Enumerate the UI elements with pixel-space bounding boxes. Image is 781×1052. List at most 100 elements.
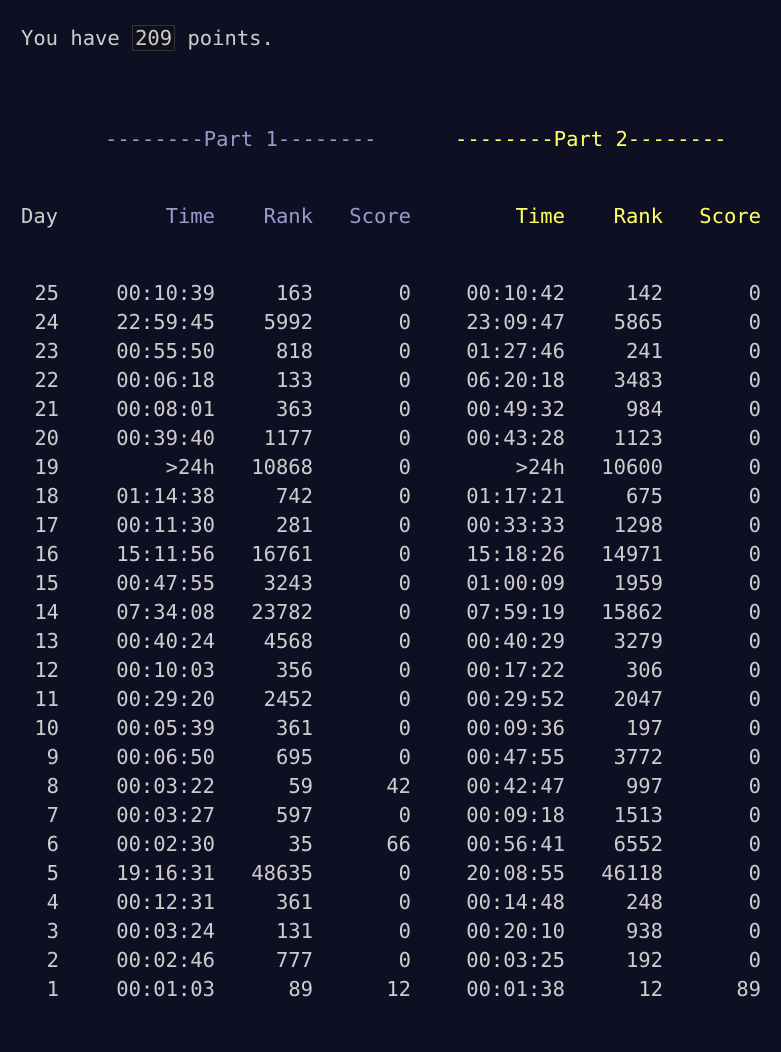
day-cell: 9 bbox=[46, 745, 59, 769]
part2-time-cell: 00:20:10 bbox=[466, 919, 565, 943]
column-gap bbox=[411, 598, 455, 627]
part2-score-cell: 0 bbox=[748, 716, 761, 740]
part2-score-cell: 0 bbox=[748, 948, 761, 972]
part1-rank-cell: 597 bbox=[275, 803, 313, 827]
part2-time-cell: 01:00:09 bbox=[466, 571, 565, 595]
part1-score-cell: 0 bbox=[398, 629, 411, 653]
header-gap-2 bbox=[411, 202, 455, 231]
part1-rank-cell: 10868 bbox=[251, 455, 313, 479]
part2-score-cell: 0 bbox=[748, 629, 761, 653]
part2-score-cell: 0 bbox=[748, 803, 761, 827]
header-part2-score: Score bbox=[699, 204, 761, 228]
column-gap bbox=[411, 540, 455, 569]
column-gap bbox=[411, 395, 455, 424]
table-row: 14 07:34:08 23782 0 07:59:19 15862 0 bbox=[21, 598, 781, 627]
table-row: 6 00:02:30 35 66 00:56:41 6552 0 bbox=[21, 830, 781, 859]
part1-time-cell: 00:11:30 bbox=[116, 513, 215, 537]
part2-time-cell: 00:43:28 bbox=[466, 426, 565, 450]
column-gap bbox=[59, 801, 105, 830]
part2-time-cell: 00:49:32 bbox=[466, 397, 565, 421]
part2-rank-cell: 15862 bbox=[601, 600, 663, 624]
part2-score-cell: 0 bbox=[748, 455, 761, 479]
part2-rank-cell: 997 bbox=[625, 774, 663, 798]
part2-score-cell: 0 bbox=[748, 745, 761, 769]
part1-score-cell: 0 bbox=[398, 397, 411, 421]
stats-rows: 25 00:10:39 163 0 00:10:42 142 0 24 22:59:45 5992… bbox=[21, 279, 781, 1004]
column-gap bbox=[59, 540, 105, 569]
part2-time-cell: 00:29:52 bbox=[466, 687, 565, 711]
table-row: 19 >24h 10868 0 >24h 10600 0 bbox=[21, 453, 781, 482]
part1-score-cell: 0 bbox=[398, 745, 411, 769]
part1-rank-cell: 356 bbox=[275, 658, 313, 682]
day-cell: 3 bbox=[46, 919, 59, 943]
day-cell: 18 bbox=[34, 484, 59, 508]
day-cell: 20 bbox=[34, 426, 59, 450]
table-row: 4 00:12:31 361 0 00:14:48 248 0 bbox=[21, 888, 781, 917]
day-cell: 14 bbox=[34, 600, 59, 624]
header-gap bbox=[59, 202, 105, 231]
day-cell: 13 bbox=[34, 629, 59, 653]
column-gap bbox=[411, 627, 455, 656]
part1-rank-cell: 818 bbox=[275, 339, 313, 363]
column-gap bbox=[59, 279, 105, 308]
part2-score-cell: 0 bbox=[748, 397, 761, 421]
part1-score-cell: 0 bbox=[398, 600, 411, 624]
table-row: 25 00:10:39 163 0 00:10:42 142 0 bbox=[21, 279, 781, 308]
column-gap bbox=[411, 859, 455, 888]
day-cell: 15 bbox=[34, 571, 59, 595]
day-cell: 12 bbox=[34, 658, 59, 682]
column-gap bbox=[411, 975, 455, 1004]
part1-score-cell: 0 bbox=[398, 310, 411, 334]
part1-score-cell: 0 bbox=[398, 716, 411, 740]
part2-score-cell: 0 bbox=[748, 281, 761, 305]
part1-rank-cell: 131 bbox=[275, 919, 313, 943]
part2-time-cell: 01:27:46 bbox=[466, 339, 565, 363]
part1-time-cell: 00:02:30 bbox=[116, 832, 215, 856]
column-gap bbox=[411, 279, 455, 308]
part1-rank-cell: 695 bbox=[275, 745, 313, 769]
part2-rank-cell: 241 bbox=[625, 339, 663, 363]
part1-time-cell: 07:34:08 bbox=[116, 600, 215, 624]
table-row: 18 01:14:38 742 0 01:17:21 675 0 bbox=[21, 482, 781, 511]
column-gap bbox=[411, 482, 455, 511]
part1-score-cell: 0 bbox=[398, 861, 411, 885]
part2-time-cell: 00:09:36 bbox=[466, 716, 565, 740]
part2-rank-cell: 12 bbox=[638, 977, 663, 1001]
part1-score-cell: 0 bbox=[398, 658, 411, 682]
part2-rank-cell: 197 bbox=[625, 716, 663, 740]
column-gap bbox=[411, 946, 455, 975]
table-row: 8 00:03:22 59 42 00:42:47 997 0 bbox=[21, 772, 781, 801]
part1-time-cell: 19:16:31 bbox=[116, 861, 215, 885]
part2-score-cell: 0 bbox=[748, 484, 761, 508]
points-prefix: You have bbox=[21, 26, 133, 50]
part1-score-cell: 0 bbox=[398, 542, 411, 566]
column-gap bbox=[59, 714, 105, 743]
table-row: 13 00:40:24 4568 0 00:40:29 3279 0 bbox=[21, 627, 781, 656]
part2-time-cell: 00:10:42 bbox=[466, 281, 565, 305]
part1-time-cell: 00:01:03 bbox=[116, 977, 215, 1001]
part1-score-cell: 0 bbox=[398, 455, 411, 479]
table-row: 11 00:29:20 2452 0 00:29:52 2047 0 bbox=[21, 685, 781, 714]
part1-score-cell: 42 bbox=[386, 774, 411, 798]
column-gap bbox=[59, 598, 105, 627]
column-gap bbox=[59, 656, 105, 685]
day-cell: 17 bbox=[34, 513, 59, 537]
header-part1-rank: Rank bbox=[263, 204, 313, 228]
column-gap bbox=[59, 627, 105, 656]
part2-score-cell: 0 bbox=[748, 368, 761, 392]
part2-score-cell: 0 bbox=[748, 774, 761, 798]
part2-score-cell: 0 bbox=[748, 339, 761, 363]
column-gap bbox=[59, 859, 105, 888]
part1-rank-cell: 163 bbox=[275, 281, 313, 305]
column-gap bbox=[59, 917, 105, 946]
table-row: 10 00:05:39 361 0 00:09:36 197 0 bbox=[21, 714, 781, 743]
table-row: 23 00:55:50 818 0 01:27:46 241 0 bbox=[21, 337, 781, 366]
points-suffix: points. bbox=[175, 26, 274, 50]
part2-score-cell: 0 bbox=[748, 600, 761, 624]
part2-rank-cell: 675 bbox=[625, 484, 663, 508]
part2-rank-cell: 5865 bbox=[613, 310, 663, 334]
part2-time-cell: 00:33:33 bbox=[466, 513, 565, 537]
day-cell: 8 bbox=[46, 774, 59, 798]
part1-time-cell: >24h bbox=[165, 455, 215, 479]
part1-time-cell: 00:10:39 bbox=[116, 281, 215, 305]
